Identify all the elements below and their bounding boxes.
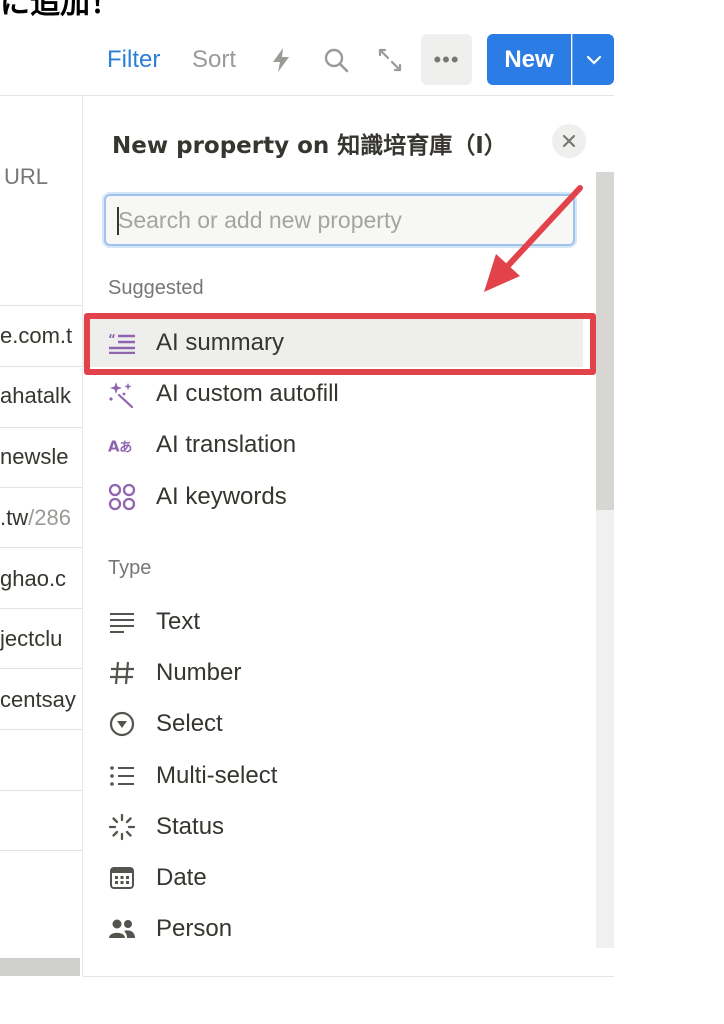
search-icon[interactable] bbox=[321, 44, 351, 76]
page-heading: に追加！ bbox=[0, 0, 120, 21]
new-button[interactable]: New bbox=[487, 34, 571, 85]
property-option-ai-translation[interactable]: Aあ AI translation bbox=[83, 421, 583, 469]
property-type-number[interactable]: Number bbox=[83, 649, 583, 697]
row-divider bbox=[0, 366, 82, 367]
close-button[interactable] bbox=[552, 124, 586, 158]
property-option-label: AI keywords bbox=[156, 483, 287, 510]
svg-text:A: A bbox=[108, 438, 120, 456]
chevron-down-icon bbox=[586, 55, 601, 65]
table-cell[interactable]: centsay bbox=[0, 687, 82, 713]
row-divider bbox=[0, 668, 82, 669]
property-type-label: Person bbox=[156, 915, 233, 942]
new-dropdown-button[interactable] bbox=[572, 34, 614, 85]
property-type-multi-select[interactable]: Multi-select bbox=[83, 752, 583, 800]
row-divider bbox=[0, 608, 82, 609]
property-type-select[interactable]: Select bbox=[83, 700, 583, 748]
table-cell[interactable]: .tw/286 bbox=[0, 505, 82, 531]
annotation-highlight-box bbox=[84, 313, 596, 375]
table-cell[interactable]: e.com.t bbox=[0, 323, 82, 349]
table-horizontal-scrollbar[interactable] bbox=[0, 958, 80, 976]
more-options-button[interactable]: ••• bbox=[421, 34, 472, 85]
close-icon bbox=[562, 134, 576, 148]
column-header-url[interactable]: URL bbox=[4, 164, 48, 190]
property-type-label: Date bbox=[156, 864, 207, 891]
row-divider bbox=[0, 790, 82, 791]
translation-icon: Aあ bbox=[108, 431, 136, 459]
keywords-icon bbox=[108, 483, 136, 511]
row-divider bbox=[0, 487, 82, 488]
row-divider bbox=[0, 305, 82, 306]
list-icon bbox=[108, 762, 136, 790]
property-option-ai-custom-autofill[interactable]: AI custom autofill bbox=[83, 370, 583, 418]
property-type-label: Text bbox=[156, 608, 201, 635]
annotation-arrow-icon bbox=[484, 185, 583, 292]
hash-icon bbox=[108, 659, 136, 687]
property-option-label: AI translation bbox=[156, 431, 297, 458]
lightning-icon[interactable] bbox=[266, 44, 296, 76]
expand-icon[interactable] bbox=[375, 44, 405, 76]
panel-bottom-divider bbox=[83, 976, 614, 977]
panel-scrollbar-thumb[interactable] bbox=[596, 172, 614, 510]
property-option-ai-keywords[interactable]: AI keywords bbox=[83, 473, 583, 521]
property-type-text[interactable]: Text bbox=[83, 598, 583, 646]
row-divider bbox=[0, 850, 82, 851]
calendar-icon bbox=[108, 864, 136, 892]
sparkle-icon bbox=[108, 380, 136, 408]
property-type-label: Select bbox=[156, 710, 223, 737]
suggested-section-label: Suggested bbox=[108, 277, 204, 299]
table-cell[interactable]: jectclu bbox=[0, 626, 82, 652]
row-divider bbox=[0, 427, 82, 428]
type-section-label: Type bbox=[108, 557, 152, 579]
text-caret bbox=[117, 207, 119, 235]
people-icon bbox=[108, 915, 136, 943]
text-lines-icon bbox=[108, 608, 136, 636]
filter-button[interactable]: Filter bbox=[107, 46, 160, 74]
svg-text:あ: あ bbox=[119, 441, 132, 456]
status-spinner-icon bbox=[108, 813, 136, 841]
property-type-label: Number bbox=[156, 659, 242, 686]
table-cell[interactable]: ahatalk bbox=[0, 383, 82, 409]
row-divider bbox=[0, 729, 82, 730]
panel-title: New property on 知識培育庫（I） bbox=[112, 133, 507, 159]
property-type-label: Status bbox=[156, 813, 225, 840]
property-type-status[interactable]: Status bbox=[83, 803, 583, 851]
property-type-person[interactable]: Person bbox=[83, 905, 583, 953]
row-divider bbox=[0, 547, 82, 548]
table-cell[interactable]: ghao.c bbox=[0, 566, 82, 592]
select-circle-icon bbox=[108, 710, 136, 738]
database-toolbar: Filter Sort ••• New bbox=[0, 34, 724, 88]
property-option-label: AI custom autofill bbox=[156, 380, 339, 407]
table-cell[interactable]: newsle bbox=[0, 444, 82, 470]
property-type-label: Multi-select bbox=[156, 762, 278, 789]
sort-button[interactable]: Sort bbox=[192, 46, 236, 74]
property-type-date[interactable]: Date bbox=[83, 854, 583, 902]
